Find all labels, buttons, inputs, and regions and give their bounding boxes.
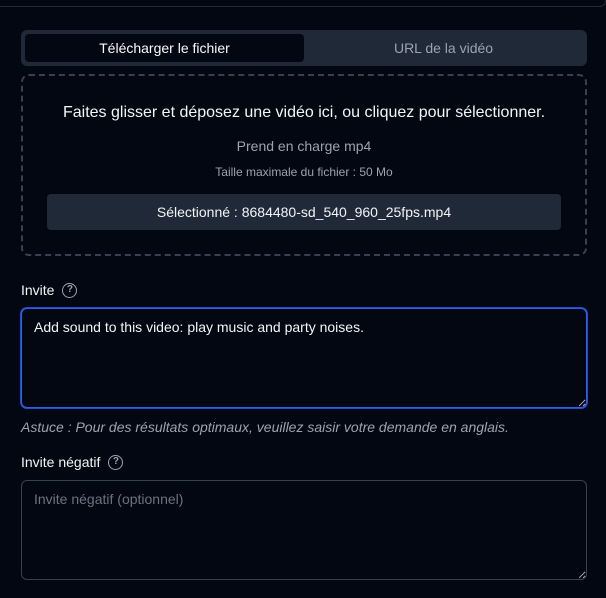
negative-prompt-textarea[interactable] xyxy=(21,480,587,580)
dropzone-supported-formats: Prend en charge mp4 xyxy=(236,138,372,154)
negative-prompt-label: Invite négatif xyxy=(21,454,101,470)
prompt-label: Invite xyxy=(21,282,55,298)
top-panel-border xyxy=(0,0,606,7)
question-circle-icon[interactable]: ? xyxy=(62,282,78,298)
dropzone-max-size: Taille maximale du fichier : 50 Mo xyxy=(215,165,393,179)
source-tabs: Télécharger le fichier URL de la vidéo xyxy=(21,30,587,66)
prompt-textarea[interactable] xyxy=(21,308,587,408)
question-circle-icon[interactable]: ? xyxy=(108,454,124,470)
tab-upload-file[interactable]: Télécharger le fichier xyxy=(25,34,304,62)
tab-video-url[interactable]: URL de la vidéo xyxy=(304,34,583,62)
negative-prompt-label-row: Invite négatif ? xyxy=(21,454,124,470)
video-dropzone[interactable]: Faites glisser et déposez une vidéo ici,… xyxy=(21,74,587,256)
prompt-label-row: Invite ? xyxy=(21,282,78,298)
prompt-hint: Astuce : Pour des résultats optimaux, ve… xyxy=(21,419,509,435)
dropzone-instruction: Faites glisser et déposez une vidéo ici,… xyxy=(62,104,546,121)
selected-file-badge: Sélectionné : 8684480-sd_540_960_25fps.m… xyxy=(47,194,561,230)
